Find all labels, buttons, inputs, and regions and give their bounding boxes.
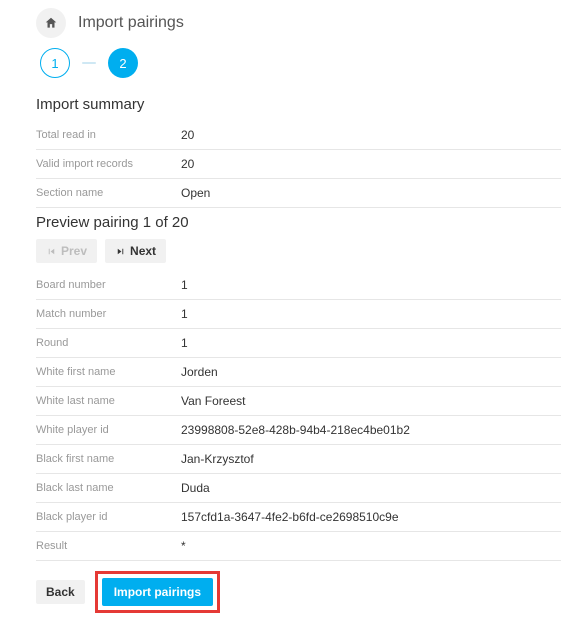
detail-label: Round bbox=[36, 329, 181, 358]
chevron-first-icon bbox=[46, 246, 57, 257]
home-icon bbox=[44, 16, 58, 30]
detail-value: Duda bbox=[181, 474, 561, 503]
step-2[interactable]: 2 bbox=[108, 48, 138, 78]
detail-row: White last name Van Foreest bbox=[36, 387, 561, 416]
import-pairings-button[interactable]: Import pairings bbox=[102, 578, 213, 606]
detail-value: * bbox=[181, 532, 561, 561]
page-title: Import pairings bbox=[78, 14, 184, 32]
detail-value: 23998808-52e8-428b-94b4-218ec4be01b2 bbox=[181, 416, 561, 445]
detail-label: Match number bbox=[36, 300, 181, 329]
next-button[interactable]: Next bbox=[105, 239, 166, 263]
detail-label: White first name bbox=[36, 358, 181, 387]
detail-row: Black first name Jan-Krzysztof bbox=[36, 445, 561, 474]
highlight-import: Import pairings bbox=[95, 571, 220, 613]
detail-value: 157cfd1a-3647-4fe2-b6fd-ce2698510c9e bbox=[181, 503, 561, 532]
summary-label: Total read in bbox=[36, 121, 181, 150]
home-button[interactable] bbox=[36, 8, 66, 38]
detail-label: Black last name bbox=[36, 474, 181, 503]
prev-label: Prev bbox=[61, 244, 87, 258]
detail-row: Round 1 bbox=[36, 329, 561, 358]
detail-row: Board number 1 bbox=[36, 271, 561, 300]
title-row: Import pairings bbox=[36, 8, 561, 38]
detail-row: White player id 23998808-52e8-428b-94b4-… bbox=[36, 416, 561, 445]
detail-value: Van Foreest bbox=[181, 387, 561, 416]
summary-value: 20 bbox=[181, 150, 561, 179]
detail-label: Board number bbox=[36, 271, 181, 300]
detail-value: 1 bbox=[181, 271, 561, 300]
detail-label: White last name bbox=[36, 387, 181, 416]
summary-table: Total read in 20 Valid import records 20… bbox=[36, 121, 561, 208]
detail-row: Match number 1 bbox=[36, 300, 561, 329]
details-table: Board number 1 Match number 1 Round 1 Wh… bbox=[36, 271, 561, 561]
detail-value: 1 bbox=[181, 329, 561, 358]
summary-label: Section name bbox=[36, 179, 181, 208]
summary-heading: Import summary bbox=[36, 96, 561, 113]
detail-value: Jan-Krzysztof bbox=[181, 445, 561, 474]
detail-row: Black player id 157cfd1a-3647-4fe2-b6fd-… bbox=[36, 503, 561, 532]
next-label: Next bbox=[130, 244, 156, 258]
summary-row: Total read in 20 bbox=[36, 121, 561, 150]
summary-row: Valid import records 20 bbox=[36, 150, 561, 179]
detail-label: Black first name bbox=[36, 445, 181, 474]
detail-row: White first name Jorden bbox=[36, 358, 561, 387]
detail-value: Jorden bbox=[181, 358, 561, 387]
chevron-last-icon bbox=[115, 246, 126, 257]
detail-label: White player id bbox=[36, 416, 181, 445]
detail-label: Result bbox=[36, 532, 181, 561]
detail-row: Result * bbox=[36, 532, 561, 561]
detail-row: Black last name Duda bbox=[36, 474, 561, 503]
summary-value: Open bbox=[181, 179, 561, 208]
step-connector bbox=[82, 62, 96, 64]
action-row: Back Import pairings bbox=[36, 571, 561, 613]
preview-heading: Preview pairing 1 of 20 bbox=[36, 214, 561, 231]
summary-row: Section name Open bbox=[36, 179, 561, 208]
detail-value: 1 bbox=[181, 300, 561, 329]
stepper: 1 2 bbox=[40, 48, 561, 78]
step-1[interactable]: 1 bbox=[40, 48, 70, 78]
prev-button: Prev bbox=[36, 239, 97, 263]
preview-nav: Prev Next bbox=[36, 239, 561, 263]
summary-label: Valid import records bbox=[36, 150, 181, 179]
detail-label: Black player id bbox=[36, 503, 181, 532]
summary-value: 20 bbox=[181, 121, 561, 150]
import-pairings-page: Import pairings 1 2 Import summary Total… bbox=[0, 0, 561, 633]
